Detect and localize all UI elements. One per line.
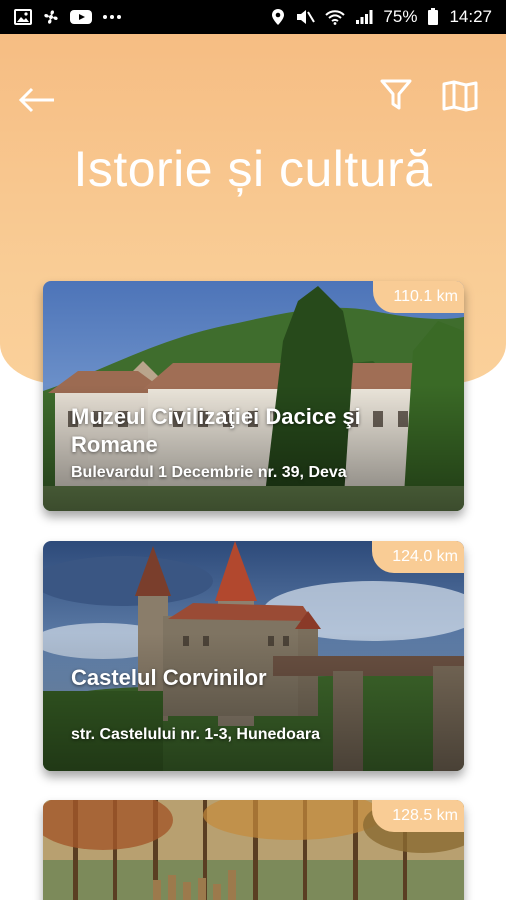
back-button[interactable] xyxy=(18,86,56,114)
distance-badge: 124.0 km xyxy=(372,541,464,573)
filter-icon xyxy=(380,79,412,110)
battery-percent: 75% xyxy=(383,7,418,26)
more-dots-icon xyxy=(102,14,122,20)
fan-icon xyxy=(42,8,60,26)
status-bar-right: 75% 14:27 xyxy=(271,7,492,27)
card-title: Castelul Corvinilor xyxy=(71,665,267,690)
distance-badge: 110.1 km xyxy=(373,281,464,313)
image-icon xyxy=(14,9,32,25)
back-arrow-icon xyxy=(18,87,54,113)
status-bar-left xyxy=(14,8,122,26)
location-icon xyxy=(271,8,285,26)
signal-icon xyxy=(355,9,373,25)
place-card-muzeul[interactable]: 110.1 km Muzeul Civilizaţiei Dacice şi R… xyxy=(43,281,464,511)
mute-icon xyxy=(295,8,316,26)
clock: 14:27 xyxy=(449,7,492,26)
map-icon xyxy=(442,80,478,112)
card-address: str. Castelului nr. 1-3, Hunedoara xyxy=(71,726,320,743)
place-card-third[interactable]: 128.5 km xyxy=(43,800,464,900)
status-bar: 75% 14:27 xyxy=(0,0,506,34)
distance-badge: 128.5 km xyxy=(372,800,464,832)
filter-button[interactable] xyxy=(380,78,412,112)
youtube-icon xyxy=(70,9,92,25)
map-button[interactable] xyxy=(442,80,478,112)
card-title: Muzeul Civilizaţiei Dacice şi Romane xyxy=(71,404,361,457)
wifi-icon xyxy=(325,9,346,25)
page-title: Istorie și cultură xyxy=(73,141,433,197)
place-card-castelul[interactable]: 124.0 km Castelul Corvinilor str. Castel… xyxy=(43,541,464,771)
card-address: Bulevardul 1 Decembrie nr. 39, Deva xyxy=(71,464,347,481)
battery-icon xyxy=(427,8,439,26)
